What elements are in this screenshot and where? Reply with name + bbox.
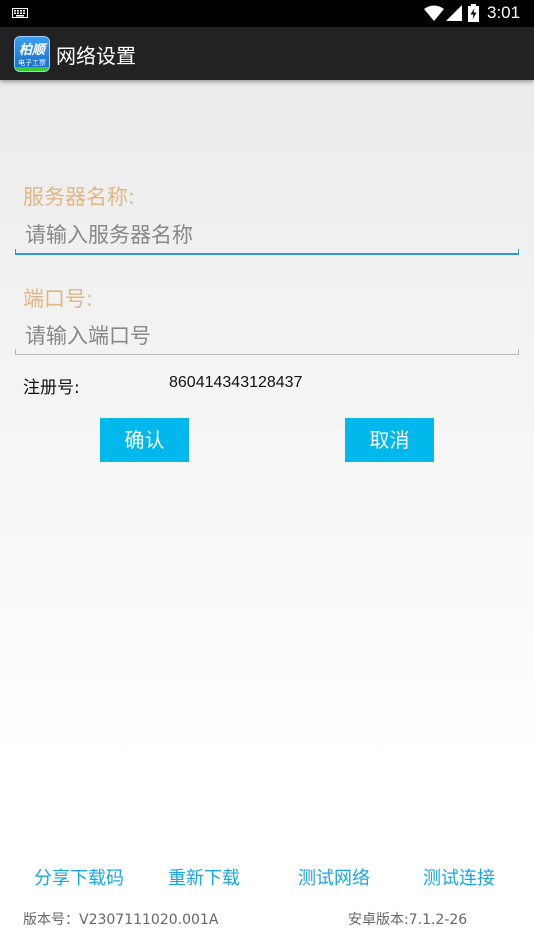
app-version-text: 版本号：V2307111020.001A [23,912,219,928]
status-bar: 3:01 [0,0,534,27]
port-label: 端口号: [23,287,94,311]
port-underline [15,349,519,355]
test-connection-link[interactable]: 测试连接 [423,864,495,890]
status-clock: 3:01 [487,3,521,22]
keyboard-icon [12,8,28,18]
confirm-button[interactable]: 确认 [100,418,189,462]
server-name-label: 服务器名称: [23,185,136,209]
battery-charging-icon [468,4,479,22]
logo-brand-text: 柏顺 [18,43,45,58]
app-bar: 柏顺 电子工票 网络设置 [0,27,534,80]
logo-strip [15,67,49,71]
app-logo: 柏顺 电子工票 [14,36,50,72]
android-version-text: 安卓版本:7.1.2-26 [348,912,468,928]
redownload-link[interactable]: 重新下载 [168,864,240,890]
cancel-button[interactable]: 取消 [345,418,434,462]
server-name-input[interactable] [15,215,519,255]
wifi-icon [424,5,444,21]
registration-value: 860414343128437 [169,374,303,391]
registration-label: 注册号: [23,378,80,398]
page-title: 网络设置 [56,44,136,68]
share-download-code-link[interactable]: 分享下载码 [34,864,124,890]
port-input[interactable] [15,316,519,356]
server-name-underline [15,249,519,255]
test-network-link[interactable]: 测试网络 [298,864,370,890]
signal-icon [446,5,462,21]
